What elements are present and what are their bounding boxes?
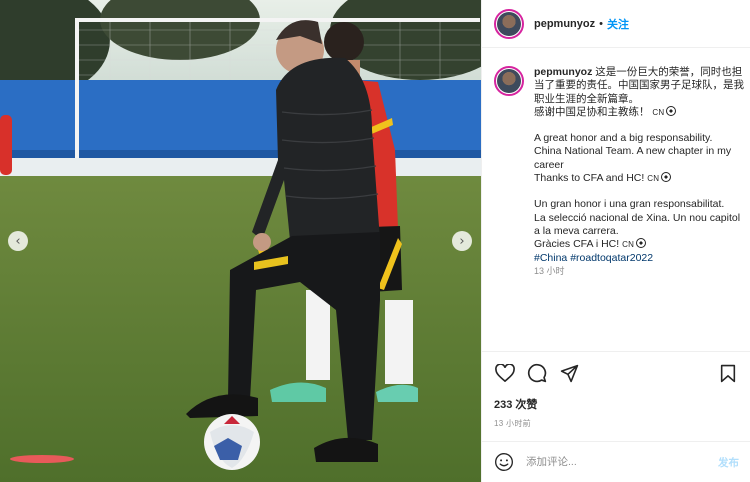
emoji-icon[interactable] xyxy=(494,452,514,472)
comment-icon xyxy=(527,363,547,383)
caption-avatar[interactable] xyxy=(494,66,524,96)
soccer-ball-icon xyxy=(636,238,647,249)
post-header: pepmunyoz • 关注 xyxy=(482,0,750,48)
carousel-prev-button[interactable]: ‹ xyxy=(8,231,28,251)
post-caption: pepmunyoz 这是一份巨大的荣誉，同时也担当了重要的责任。中国国家男子足球… xyxy=(494,66,746,278)
training-photo xyxy=(0,0,481,482)
flag-label: CN xyxy=(647,174,660,184)
comment-bar: 发布 xyxy=(482,441,750,482)
post-actions-section: 233 次赞 13 小时前 xyxy=(482,351,750,429)
caption-ca-line: Gràcies CFA i HC! xyxy=(534,238,620,251)
soccer-ball-icon xyxy=(666,105,677,116)
like-button[interactable] xyxy=(494,362,516,384)
flag-label: CN xyxy=(652,107,665,117)
comment-input[interactable] xyxy=(526,456,718,468)
share-button[interactable] xyxy=(558,362,580,384)
avatar[interactable] xyxy=(494,8,524,39)
caption-en-line: China National Team. A new chapter in my… xyxy=(534,145,732,171)
like-count[interactable]: 233 次赞 xyxy=(482,396,750,412)
caption-en-line: Thanks to CFA and HC! xyxy=(534,172,645,185)
caption-ca: Un gran honor i una gran responsabilitat… xyxy=(534,198,746,251)
caption-en: A great honor and a big responsability. … xyxy=(534,132,746,185)
header-username[interactable]: pepmunyoz xyxy=(534,18,595,30)
heart-icon xyxy=(495,364,515,382)
caption-en-line: A great honor and a big responsability. xyxy=(534,132,713,145)
share-icon xyxy=(560,364,578,382)
flag-label: CN xyxy=(622,240,635,250)
soccer-ball-icon xyxy=(661,172,672,183)
caption-zh-thanks: 感谢中国足协和主教练！ xyxy=(534,105,650,118)
save-button[interactable] xyxy=(717,362,739,384)
carousel-next-button[interactable]: › xyxy=(452,231,472,251)
caption-ca-line: Un gran honor i una gran responsabilitat… xyxy=(534,198,725,211)
separator-dot: • xyxy=(599,17,603,30)
chevron-right-icon: › xyxy=(459,233,465,249)
post-comment-button[interactable]: 发布 xyxy=(718,455,739,470)
post-side-panel: pepmunyoz • 关注 pepmunyoz 这是一份巨大的荣誉，同时也担当… xyxy=(481,0,750,482)
post-time-ago: 13 小时前 xyxy=(494,419,531,428)
comment-button[interactable] xyxy=(526,362,548,384)
post-photo[interactable]: ‹ › xyxy=(0,0,481,482)
bookmark-icon xyxy=(720,364,736,382)
chevron-left-icon: ‹ xyxy=(15,233,21,249)
follow-button[interactable]: 关注 xyxy=(607,16,629,32)
caption-username[interactable]: pepmunyoz xyxy=(534,66,592,78)
action-bar xyxy=(482,352,750,394)
caption-ca-line: La selecció nacional de Xina. Un nou cap… xyxy=(534,211,741,237)
caption-time: 13 小时 xyxy=(534,265,565,276)
hashtags[interactable]: #China #roadtoqatar2022 xyxy=(534,252,746,265)
